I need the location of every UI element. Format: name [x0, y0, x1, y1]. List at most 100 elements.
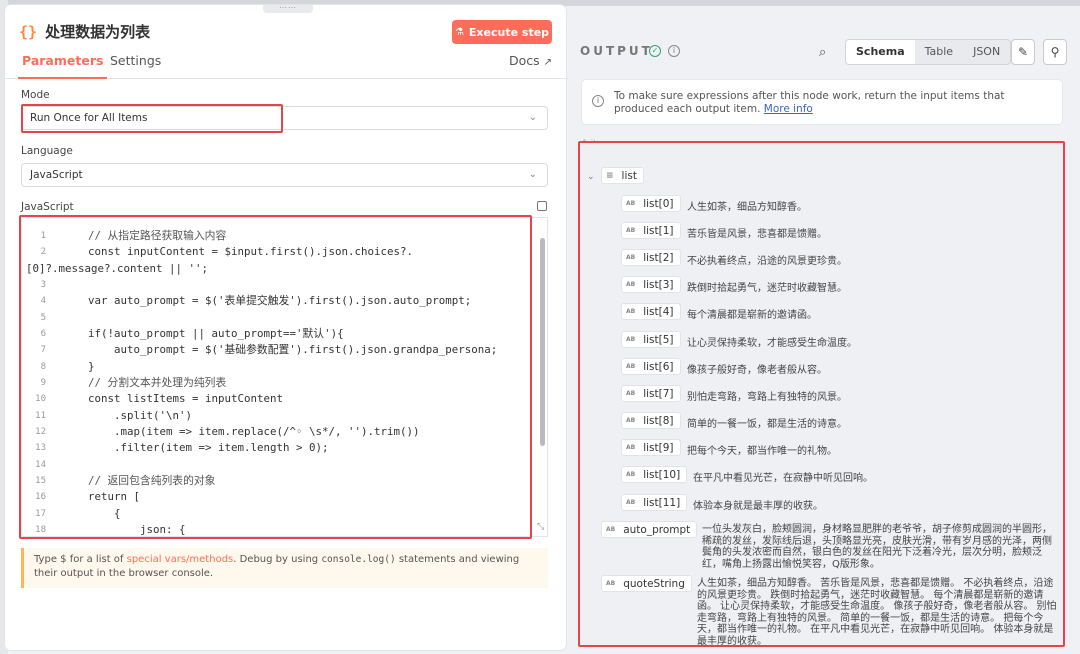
edit-output-button[interactable]: ✎: [1011, 39, 1035, 65]
schema-value: 每个清晨都是崭新的邀请函。: [687, 310, 817, 321]
hint-middle: . Debug by using: [233, 554, 322, 565]
schema-value: 把每个今天，都当作唯一的礼物。: [687, 446, 837, 457]
schema-key: quoteString: [623, 577, 685, 590]
schema-key-chip[interactable]: AB list[0]: [621, 195, 681, 212]
info-icon[interactable]: i: [668, 45, 680, 57]
line-number: 7: [40, 345, 46, 355]
code-editor[interactable]: 1 // 从指定路径获取输入内容 2 const inputContent = $…: [21, 217, 548, 537]
code-text: const inputContent = $input.first().json…: [62, 245, 414, 258]
code-text: var auto_prompt = $('表单提交触发').first().js…: [62, 294, 472, 307]
language-select[interactable]: JavaScript ⌄: [21, 163, 548, 187]
code-text: .map(item => item.replace(/^◦ \s*/, '').…: [62, 425, 420, 438]
schema-key: list: [621, 169, 637, 182]
schema-key: list[8]: [643, 414, 674, 427]
schema-value: 简单的一餐一饭，都是生活的诗意。: [687, 419, 847, 430]
value-line: 函。 让心灵保持柔软，才能感受生命温度。 像孩子般好奇，像老者般从容。 别怕: [697, 601, 1057, 612]
output-title: OUTPUT: [580, 44, 653, 58]
collapse-toggle-icon[interactable]: ⌄: [587, 172, 595, 182]
view-schema[interactable]: Schema: [846, 40, 915, 64]
line-number: 18: [35, 525, 46, 535]
line-number: 16: [35, 492, 46, 502]
schema-key-chip[interactable]: AB list[3]: [621, 276, 681, 293]
string-type-icon: AB: [626, 363, 636, 370]
string-type-icon: AB: [626, 444, 636, 451]
value-line: 稀疏的发丝，发际线后退，头顶略显光亮，皮肤光滑，带有岁月感的光泽，两侧: [702, 535, 1052, 547]
schema-key: list[4]: [643, 305, 674, 318]
code-scrollbar[interactable]: [540, 238, 545, 446]
schema-key-chip[interactable]: AB quoteString: [601, 575, 692, 592]
schema-value: 在平凡中看见光芒，在寂静中听见回响。: [693, 473, 873, 484]
tab-parameters[interactable]: Parameters: [18, 53, 108, 79]
schema-key-chip[interactable]: AB list[1]: [621, 222, 681, 239]
code-label: JavaScript: [21, 201, 74, 213]
value-line: 人生如茶，细品方知醇香。 苦乐皆是风景，悲喜都是馈赠。 不必执着终点，沿途: [697, 578, 1054, 589]
string-type-icon: AB: [626, 417, 636, 424]
view-json[interactable]: JSON: [963, 40, 1010, 64]
hint-prefix: Type $ for a list of: [34, 554, 127, 565]
line-number: 11: [35, 411, 46, 421]
schema-key-chip[interactable]: AB list[10]: [621, 466, 688, 483]
code-text: }: [62, 360, 95, 373]
line-number: 15: [35, 476, 46, 486]
value-line: 红，嘴角上扬露出愉悦笑容，Q版形象。: [702, 558, 880, 570]
value-line: 的风景更珍贵。 跌倒时拾起勇气，迷茫时收藏智慧。 每个清晨都是崭新的邀请: [697, 589, 1044, 601]
schema-key: list[10]: [643, 468, 681, 481]
schema-value: 人生如茶，细品方知醇香。 苦乐皆是风景，悲喜都是馈赠。 不必执着终点，沿途 的风景…: [697, 578, 1062, 647]
code-line: 17 {: [22, 506, 542, 522]
code-text: .filter(item => item.length > 0);: [62, 441, 329, 454]
string-type-icon: AB: [626, 390, 636, 397]
code-text: .split('\n'): [62, 409, 193, 422]
code-text: return [: [62, 490, 141, 503]
code-line: 8 }: [22, 359, 542, 375]
line-number: 9: [40, 378, 46, 388]
external-link-icon: ↗: [543, 57, 552, 68]
line-number: 8: [40, 362, 46, 372]
code-line: 13 .filter(item => item.length > 0);: [22, 440, 542, 456]
schema-value: 一位头发灰白，脸颊圆润，身材略显肥胖的老爷爷，胡子修剪成圆润的半圆形， 稀疏的发丝…: [702, 524, 1062, 570]
tab-settings[interactable]: Settings: [110, 53, 161, 79]
code-line: 9 // 分割文本并处理为纯列表: [22, 375, 542, 391]
schema-key-chip[interactable]: AB list[2]: [621, 249, 681, 266]
schema-key-chip[interactable]: AB list[8]: [621, 412, 681, 429]
flask-icon: ⚗: [454, 26, 464, 38]
chevron-down-icon: ⌄: [528, 112, 537, 123]
expand-editor-icon[interactable]: [537, 201, 547, 211]
line-number: 6: [40, 329, 46, 339]
value-line: 鬓角的头发浓密而自然，银白色的发丝在阳光下泛着冷光，层次分明，脸颊泛: [702, 547, 1042, 558]
schema-key: list[6]: [643, 360, 674, 373]
resize-handle-icon[interactable]: ⤡: [537, 522, 544, 532]
info-icon: i: [592, 95, 604, 107]
schema-key-chip[interactable]: AB list[6]: [621, 358, 681, 375]
code-line: 1 // 从指定路径获取输入内容: [22, 228, 542, 244]
node-title[interactable]: 处理数据为列表: [45, 21, 150, 42]
schema-key-chip[interactable]: AB auto_prompt: [601, 521, 698, 538]
schema-key-chip[interactable]: AB list[4]: [621, 303, 681, 320]
output-view-switch: Schema Table JSON: [845, 39, 1012, 65]
line-number: 5: [40, 313, 46, 323]
special-vars-link[interactable]: special vars/methods: [127, 554, 234, 565]
execute-step-button[interactable]: ⚗ Execute step: [452, 20, 552, 44]
docs-link[interactable]: Docs ↗: [509, 53, 552, 79]
view-table[interactable]: Table: [915, 40, 963, 64]
code-text: {: [62, 507, 121, 520]
mode-select[interactable]: Run Once for All Items ⌄: [21, 106, 548, 130]
more-info-link[interactable]: More info: [764, 103, 813, 115]
value-line: 最丰厚的收获。: [697, 635, 767, 647]
string-type-icon: AB: [626, 471, 636, 478]
schema-value: 不必执着终点，沿途的风景更珍贵。: [687, 256, 847, 267]
schema-root-list[interactable]: ≡ list: [601, 167, 644, 184]
search-icon[interactable]: ⌕: [819, 45, 826, 60]
schema-key: list[2]: [643, 251, 674, 264]
schema-key-chip[interactable]: AB list[5]: [621, 331, 681, 348]
value-line: 一位头发灰白，脸颊圆润，身材略显肥胖的老爷爷，胡子修剪成圆润的半圆形，: [702, 524, 1052, 535]
schema-key-chip[interactable]: AB list[11]: [621, 494, 688, 511]
schema-key-chip[interactable]: AB list[7]: [621, 385, 681, 402]
language-value: JavaScript: [30, 169, 83, 181]
schema-key: list[11]: [643, 496, 681, 509]
value-line: 天，都当作唯一的礼物。 在平凡中看见光芒，在寂静中听见回响。 体验本身就是: [697, 624, 1054, 635]
code-line: 11 .split('\n'): [22, 408, 542, 424]
drag-handle[interactable]: ⋯⋯: [263, 5, 313, 13]
schema-key: auto_prompt: [623, 523, 691, 536]
schema-key-chip[interactable]: AB list[9]: [621, 439, 681, 456]
pin-output-button[interactable]: ⚲: [1043, 39, 1067, 65]
